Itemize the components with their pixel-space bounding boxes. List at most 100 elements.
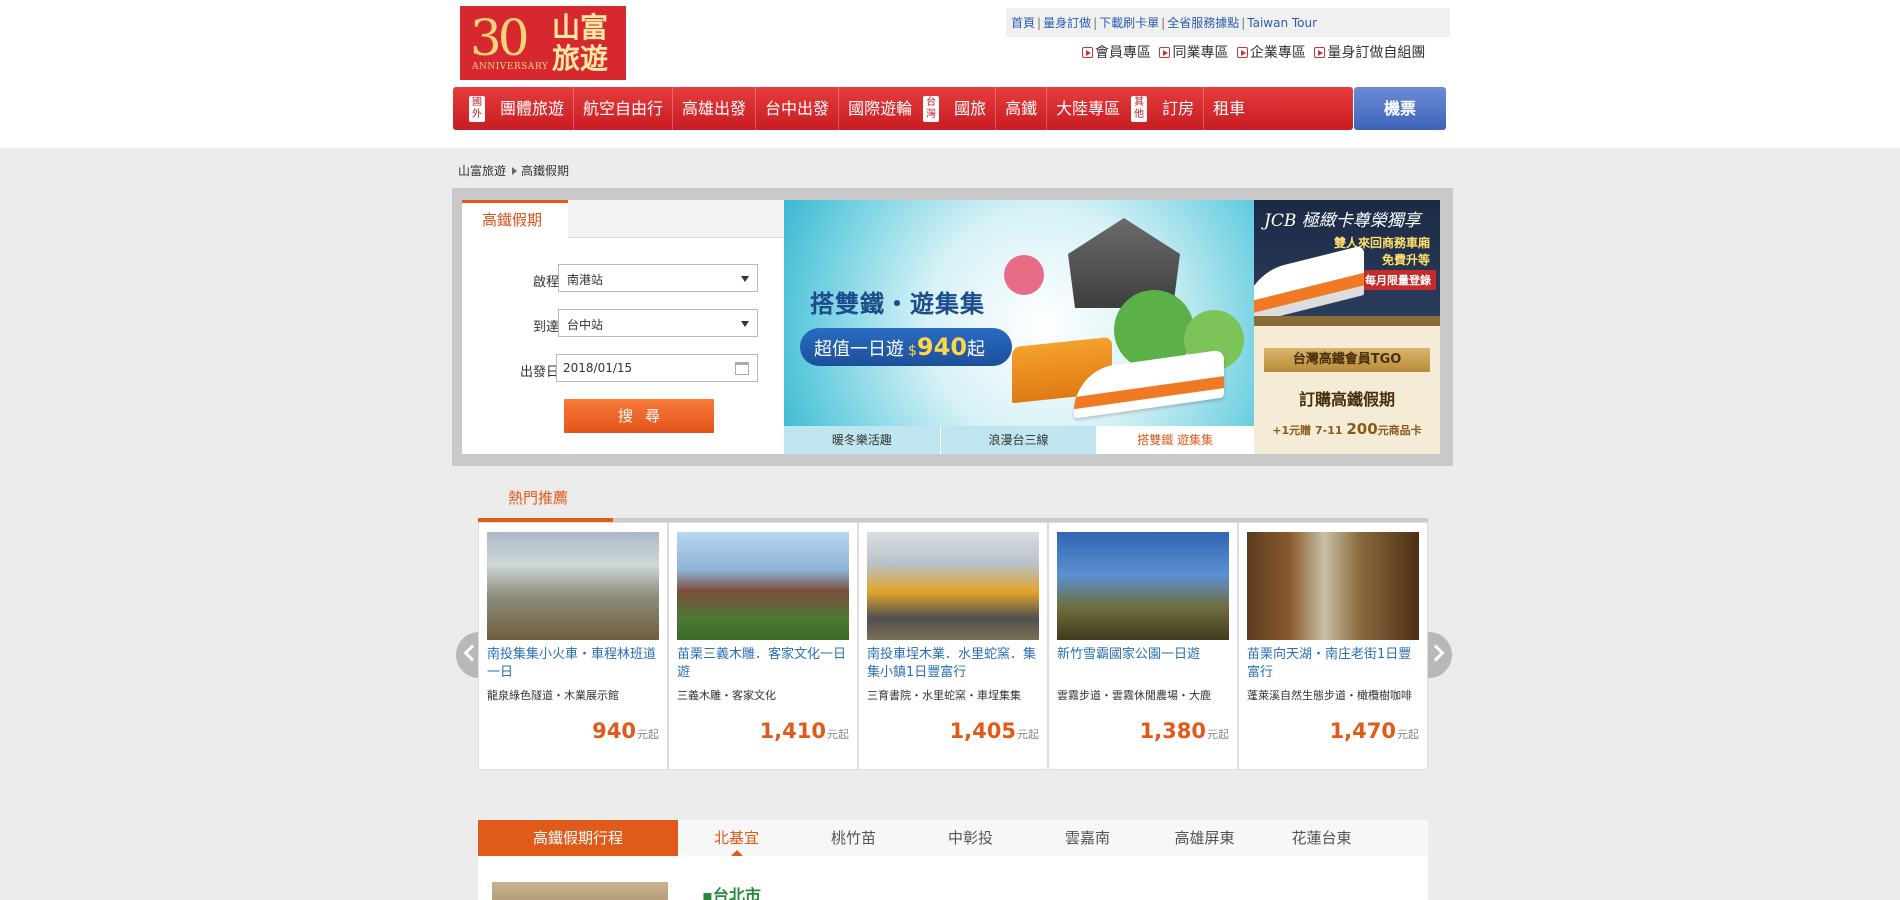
zone-member[interactable]: 會員專區 <box>1082 42 1151 62</box>
zone-enterprise[interactable]: 企業專區 <box>1236 42 1306 62</box>
arrive-station-select[interactable]: 台中站 <box>558 309 758 337</box>
logo-30: 30 <box>470 9 530 67</box>
ad-tgo-promo: +1元贈 7-11 200元商品卡 <box>1272 420 1422 438</box>
tab-hot-recommend[interactable]: 熱門推薦 <box>478 482 613 522</box>
tab-region-central[interactable]: 中彰投 <box>912 820 1029 856</box>
toplink-taiwan-tour[interactable]: Taiwan Tour <box>1247 16 1317 30</box>
product-card[interactable]: 苗栗向天湖・南庄老街1日豐富行 蓬萊溪自然生態步道・橄欖樹咖啡 1,470元起 <box>1238 522 1428 770</box>
tab-region-kaohsiung[interactable]: 高雄屏東 <box>1146 820 1263 856</box>
play-icon <box>1082 47 1093 58</box>
nav-group-tour[interactable]: 團體旅遊 <box>491 87 575 130</box>
breadcrumb: 山富旅遊 高鐵假期 <box>458 162 569 179</box>
tab-region-hualien[interactable]: 花蓮台東 <box>1263 820 1380 856</box>
toplink-custom[interactable]: 量身訂做 <box>1043 16 1091 30</box>
depart-row: 啟程站 南港站 <box>462 264 784 294</box>
breadcrumb-home[interactable]: 山富旅遊 <box>458 164 506 178</box>
product-price: 1,470元起 <box>1329 719 1419 743</box>
banner-tab-route3[interactable]: 浪漫台三線 <box>940 426 1098 454</box>
search-button[interactable]: 搜尋 <box>564 399 714 433</box>
banner-price-pill: 超值一日遊 $940起 <box>800 328 1012 366</box>
nav-hsr[interactable]: 高鐵 <box>996 87 1048 130</box>
banner-title: 搭雙鐵・遊集集 <box>810 290 985 318</box>
site-logo[interactable]: 30 ANNIVERSARY 山富旅遊 <box>460 6 626 80</box>
play-icon <box>1236 47 1248 58</box>
tab-region-yunlin[interactable]: 雲嘉南 <box>1029 820 1146 856</box>
play-icon <box>1159 47 1171 58</box>
breadcrumb-arrow-icon <box>512 167 518 175</box>
ad-tgo-title: 訂購高鐵假期 <box>1298 390 1395 409</box>
carousel-next-button[interactable] <box>1426 632 1452 678</box>
tour-region-tabs: 高鐵假期行程 北基宜 桃竹苗 中彰投 雲嘉南 高雄屏東 花蓮台東 <box>478 820 1428 856</box>
product-price: 940元起 <box>592 719 659 743</box>
banner-tab-winter[interactable]: 暖冬樂活趣 <box>784 426 941 454</box>
zone-agency[interactable]: 同業專區 <box>1159 42 1228 62</box>
product-title[interactable]: 南投集集小火車・車程林班道一日 <box>487 646 659 682</box>
product-title[interactable]: 南投車埕木業．水里蛇窯．集集小鎮1日豐富行 <box>867 646 1039 682</box>
nav-car-rental[interactable]: 租車 <box>1204 87 1254 130</box>
nav-tag-abroad: 國外 <box>469 95 485 122</box>
product-title[interactable]: 苗栗向天湖・南庄老街1日豐富行 <box>1247 646 1419 682</box>
nav-flight-free[interactable]: 航空自由行 <box>574 87 674 130</box>
toplink-home[interactable]: 首頁 <box>1011 16 1035 30</box>
product-image[interactable] <box>1057 532 1229 640</box>
tour-image[interactable] <box>492 882 668 900</box>
product-card[interactable]: 苗栗三義木雕．客家文化一日遊 三義木雕・客家文化 1,410元起 <box>668 522 858 770</box>
logo-brand: 山富旅遊 <box>552 11 609 75</box>
product-subtitle: 蓬萊溪自然生態步道・橄欖樹咖啡 <box>1247 689 1412 702</box>
tab-region-taoyuan[interactable]: 桃竹苗 <box>795 820 912 856</box>
tour-section-title: 高鐵假期行程 <box>478 820 678 856</box>
main-nav: 國外 團體旅遊 航空自由行 高雄出發 台中出發 國際遊輪 台灣 國旅 高鐵 大陸… <box>453 87 1353 130</box>
product-price: 1,380元起 <box>1139 719 1229 743</box>
product-image[interactable] <box>677 532 849 640</box>
toplink-card-form[interactable]: 下載刷卡單 <box>1099 16 1159 30</box>
nav-cruise[interactable]: 國際遊輪 <box>839 87 921 130</box>
product-card[interactable]: 新竹雪霸國家公園一日遊 雲霧步道・雲霧休閒農場・大鹿 1,380元起 <box>1048 522 1238 770</box>
hot-list: 南投集集小火車・車程林班道一日 龍泉綠色隧道・木業展示館 940元起 苗栗三義木… <box>478 522 1428 770</box>
tour-body: ▪台北市 <box>478 856 1428 900</box>
flower-graphic <box>1004 255 1044 295</box>
product-title[interactable]: 新竹雪霸國家公園一日遊 <box>1057 646 1229 682</box>
zone-links: 會員專區 同業專區 企業專區 量身訂做自組團 <box>1078 42 1425 62</box>
zone-custom-group[interactable]: 量身訂做自組團 <box>1314 42 1425 62</box>
product-subtitle: 雲霧步道・雲霧休閒農場・大鹿 <box>1057 689 1211 702</box>
product-card[interactable]: 南投集集小火車・車程林班道一日 龍泉綠色隧道・木業展示館 940元起 <box>478 522 668 770</box>
hot-header: 熱門推薦 <box>478 482 1428 522</box>
banner-image[interactable]: 搭雙鐵・遊集集 超值一日遊 $940起 <box>784 200 1254 426</box>
nav-domestic[interactable]: 國旅 <box>945 87 997 130</box>
product-subtitle: 龍泉綠色隧道・木業展示館 <box>487 689 619 702</box>
nav-tag-other: 其他 <box>1131 95 1148 122</box>
site-header: 30 ANNIVERSARY 山富旅遊 首頁 | 量身訂做 | 下載刷卡單 | 全省服務據點… <box>0 0 1900 148</box>
nav-kaohsiung-depart[interactable]: 高雄出發 <box>673 87 757 130</box>
banner-price: 940 <box>916 333 968 361</box>
top-links: 首頁 | 量身訂做 | 下載刷卡單 | 全省服務據點 | Taiwan Tour <box>1006 8 1450 37</box>
product-image[interactable] <box>1247 532 1419 640</box>
ad-jcb[interactable]: JCB 極緻卡尊榮獨享 雙人來回商務車廂 免費升等 每月限量登錄 <box>1254 200 1440 326</box>
search-area: 高鐵假期 啟程站 南港站 到達站 台中站 出發日期 2018/01/15 搜尋 <box>452 188 1453 466</box>
product-subtitle: 三育書院・水里蛇窯・車埕集集 <box>867 689 1021 702</box>
arrive-row: 到達站 台中站 <box>462 309 784 339</box>
nav-air-ticket-button[interactable]: 機票 <box>1354 87 1446 130</box>
ad-tgo-ribbon: 台灣高鐵會員TGO <box>1264 348 1430 372</box>
chevron-right-icon <box>1427 644 1445 662</box>
depart-station-select[interactable]: 南港站 <box>558 264 758 292</box>
ad-jcb-title: JCB 極緻卡尊榮獨享 <box>1264 211 1421 231</box>
banner-suffix: 起 <box>967 339 986 360</box>
tab-hsr-holiday[interactable]: 高鐵假期 <box>462 200 568 238</box>
tab-region-north[interactable]: 北基宜 <box>678 820 795 856</box>
product-image[interactable] <box>487 532 659 640</box>
product-price: 1,410元起 <box>759 719 849 743</box>
product-title[interactable]: 苗栗三義木雕．客家文化一日遊 <box>677 646 849 682</box>
depart-date-input[interactable]: 2018/01/15 <box>556 354 758 382</box>
toplink-branches[interactable]: 全省服務據點 <box>1167 16 1239 30</box>
ad-tgo[interactable]: 台灣高鐵會員TGO 訂購高鐵假期 +1元贈 7-11 200元商品卡 <box>1254 326 1440 454</box>
nav-taichung-depart[interactable]: 台中出發 <box>756 87 840 130</box>
nav-china[interactable]: 大陸專區 <box>1047 87 1129 130</box>
breadcrumb-current: 高鐵假期 <box>521 164 570 178</box>
product-card[interactable]: 南投車埕木業．水里蛇窯．集集小鎮1日豐富行 三育書院・水里蛇窯・車埕集集 1,4… <box>858 522 1048 770</box>
promo-banner[interactable]: 搭雙鐵・遊集集 超值一日遊 $940起 暖冬樂活趣 浪漫台三線 搭雙鐵 遊集集 <box>784 200 1254 454</box>
product-image[interactable] <box>867 532 1039 640</box>
nav-hotel[interactable]: 訂房 <box>1153 87 1205 130</box>
banner-tab-jiji[interactable]: 搭雙鐵 遊集集 <box>1097 426 1254 454</box>
calendar-icon[interactable] <box>735 362 749 375</box>
banner-pill-prefix: 超值一日遊 <box>814 339 904 360</box>
